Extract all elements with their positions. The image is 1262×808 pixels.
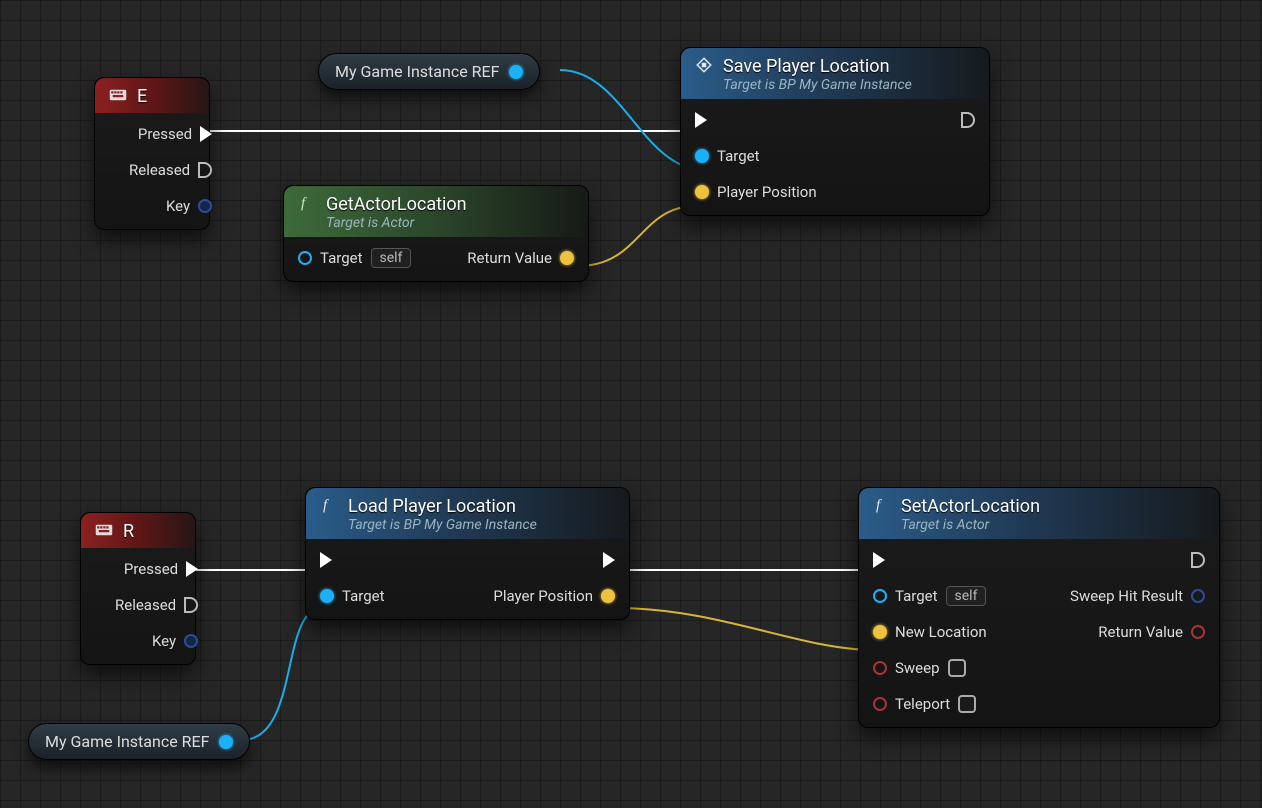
node-subtitle: Target is Actor [901, 517, 1040, 533]
variable-pill-my-game-instance-ref-1[interactable]: My Game Instance REF [318, 53, 540, 90]
function-icon: f [320, 496, 338, 514]
target-input-pin[interactable] [695, 149, 709, 163]
keyboard-icon [95, 521, 113, 539]
node-subtitle: Target is Actor [326, 215, 467, 231]
self-default[interactable]: self [371, 248, 412, 268]
bool-output-pin[interactable] [1191, 625, 1205, 639]
svg-text:f: f [876, 498, 882, 514]
pin-label: Target [895, 587, 938, 605]
node-header: Save Player Location Target is BP My Gam… [681, 48, 989, 99]
pin-label: Player Position [493, 587, 593, 605]
vector-input-pin[interactable] [695, 185, 709, 199]
keyboard-icon [109, 86, 127, 104]
pin-label: Key [152, 632, 176, 650]
teleport-checkbox[interactable] [958, 695, 976, 713]
exec-out-released[interactable] [184, 597, 198, 613]
exec-in[interactable] [695, 112, 707, 128]
exec-out[interactable] [603, 552, 615, 568]
node-save-player-location[interactable]: Save Player Location Target is BP My Gam… [680, 47, 990, 216]
object-output-pin[interactable] [219, 735, 233, 749]
exec-out[interactable] [1191, 552, 1205, 568]
exec-out-pressed[interactable] [200, 126, 212, 142]
node-input-key-r[interactable]: R Pressed Released Key [80, 512, 196, 665]
pin-label: Pressed [124, 560, 178, 578]
pin-label: Player Position [717, 183, 817, 201]
node-header: f GetActorLocation Target is Actor [284, 186, 588, 237]
node-header: f SetActorLocation Target is Actor [859, 488, 1219, 539]
node-title: SetActorLocation [901, 496, 1040, 517]
node-title: R [123, 521, 134, 542]
bool-input-pin[interactable] [873, 697, 887, 711]
node-title: GetActorLocation [326, 194, 467, 215]
node-header: R [81, 513, 195, 548]
node-title: E [137, 86, 147, 107]
exec-out-released[interactable] [198, 162, 212, 178]
node-header: f Load Player Location Target is BP My G… [306, 488, 629, 539]
custom-event-icon [695, 56, 713, 74]
pin-label: Pressed [138, 125, 192, 143]
node-get-actor-location[interactable]: f GetActorLocation Target is Actor Targe… [283, 185, 589, 282]
key-output-pin[interactable] [198, 199, 212, 213]
object-output-pin[interactable] [509, 65, 523, 79]
vector-input-pin[interactable] [873, 625, 887, 639]
pin-label: Released [115, 596, 176, 614]
node-subtitle: Target is BP My Game Instance [723, 77, 912, 93]
vector-output-pin[interactable] [560, 251, 574, 265]
exec-in[interactable] [873, 552, 885, 568]
svg-text:f: f [323, 498, 329, 514]
pin-label: Sweep Hit Result [1070, 587, 1183, 605]
struct-output-pin[interactable] [1191, 589, 1205, 603]
target-input-pin[interactable] [873, 589, 887, 603]
pin-label: Teleport [895, 695, 950, 713]
pin-label: Released [129, 161, 190, 179]
node-title: Save Player Location [723, 56, 912, 77]
target-input-pin[interactable] [298, 251, 312, 265]
node-subtitle: Target is BP My Game Instance [348, 517, 537, 533]
pin-label: New Location [895, 623, 987, 641]
pin-label: Return Value [1098, 623, 1183, 641]
bool-input-pin[interactable] [873, 661, 887, 675]
node-input-key-e[interactable]: E Pressed Released Key [94, 77, 210, 230]
target-input-pin[interactable] [320, 589, 334, 603]
node-title: Load Player Location [348, 496, 537, 517]
pin-label: Target [320, 249, 363, 267]
function-icon: f [873, 496, 891, 514]
exec-out-pressed[interactable] [186, 561, 198, 577]
pill-label: My Game Instance REF [335, 62, 499, 81]
node-load-player-location[interactable]: f Load Player Location Target is BP My G… [305, 487, 630, 620]
sweep-checkbox[interactable] [948, 659, 966, 677]
pin-label: Sweep [895, 659, 940, 677]
function-icon: f [298, 194, 316, 212]
variable-pill-my-game-instance-ref-2[interactable]: My Game Instance REF [28, 723, 250, 760]
exec-in[interactable] [320, 552, 332, 568]
node-header: E [95, 78, 209, 113]
svg-text:f: f [301, 196, 307, 212]
pin-label: Return Value [467, 249, 552, 267]
pin-label: Target [342, 587, 385, 605]
node-set-actor-location[interactable]: f SetActorLocation Target is Actor Targe… [858, 487, 1220, 728]
pin-label: Key [166, 197, 190, 215]
pin-label: Target [717, 147, 760, 165]
pill-label: My Game Instance REF [45, 732, 209, 751]
key-output-pin[interactable] [184, 634, 198, 648]
exec-out[interactable] [961, 112, 975, 128]
vector-output-pin[interactable] [601, 589, 615, 603]
self-default[interactable]: self [946, 586, 987, 606]
